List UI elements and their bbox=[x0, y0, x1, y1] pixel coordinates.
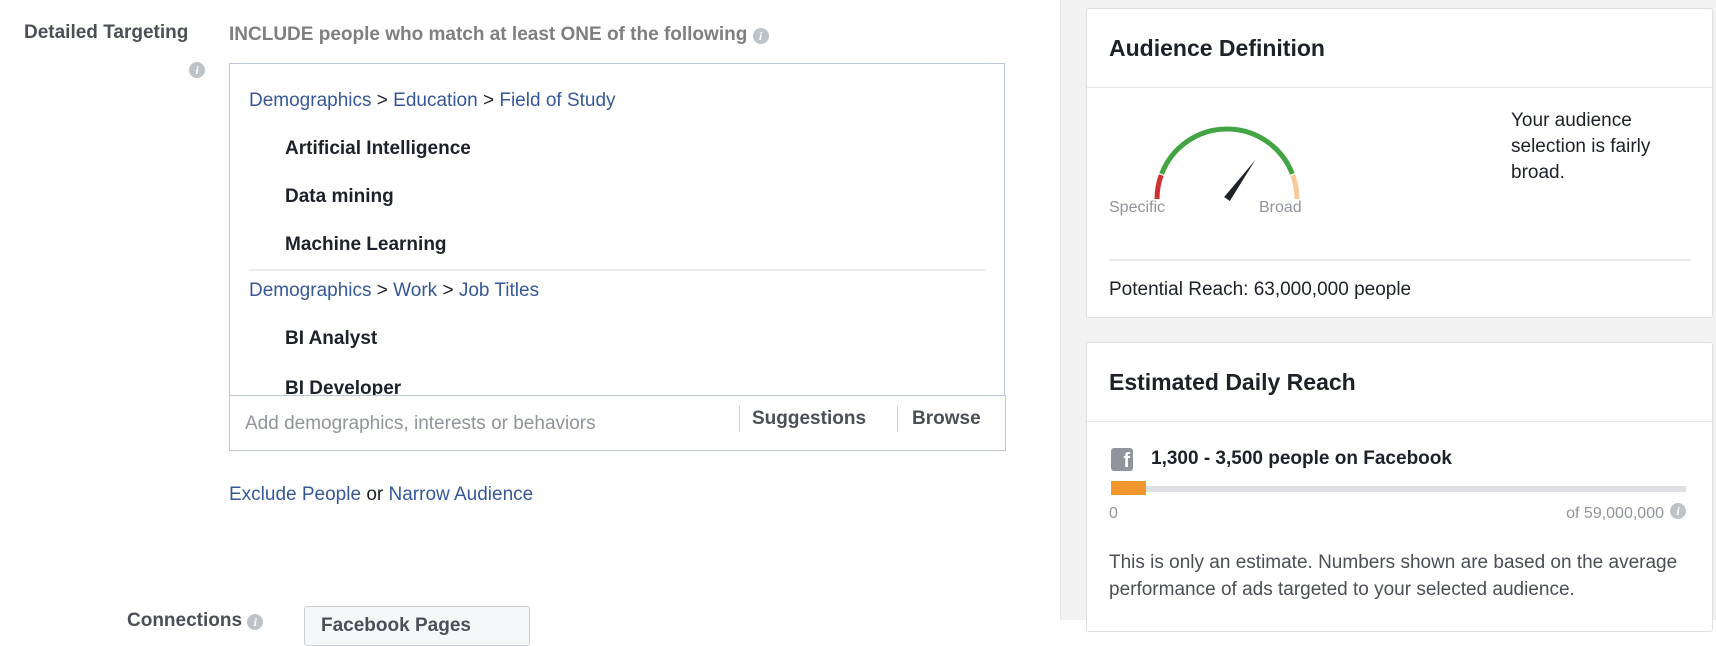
list-item[interactable]: Artificial Intelligence bbox=[285, 138, 471, 160]
connections-text: Connections bbox=[127, 610, 243, 631]
suggestions-button[interactable]: Suggestions bbox=[752, 408, 866, 430]
info-icon[interactable]: i bbox=[189, 62, 205, 78]
connections-dropdown[interactable]: Facebook Pages bbox=[304, 606, 530, 646]
gauge-mid-segment bbox=[1159, 126, 1295, 175]
gauge-needle bbox=[1224, 160, 1256, 202]
include-label: INCLUDE people who match at least ONE of… bbox=[229, 24, 748, 45]
facebook-icon: f bbox=[1111, 448, 1133, 471]
targeting-input[interactable]: Add demographics, interests or behaviors bbox=[245, 413, 596, 435]
audience-description: Your audience selection is fairly broad. bbox=[1511, 110, 1651, 183]
info-icon[interactable]: i bbox=[752, 28, 769, 44]
or-text: or bbox=[366, 484, 384, 505]
breadcrumb-link[interactable]: Field of Study bbox=[499, 90, 615, 111]
daily-reach-value: 1,300 - 3,500 people on Facebook bbox=[1151, 448, 1452, 469]
card-title: Audience Definition bbox=[1087, 9, 1712, 88]
targeting-input-row: Add demographics, interests or behaviors… bbox=[229, 395, 1006, 451]
potential-reach: Potential Reach: 63,000,000 people bbox=[1109, 279, 1412, 300]
reach-bar-track bbox=[1111, 481, 1686, 495]
estimate-note: This is only an estimate. Numbers shown … bbox=[1109, 552, 1678, 600]
separator: > bbox=[442, 280, 454, 301]
divider bbox=[897, 406, 898, 432]
breadcrumb: Demographics > Education > Field of Stud… bbox=[249, 90, 616, 112]
divider bbox=[1109, 259, 1691, 261]
divider bbox=[739, 406, 740, 432]
reach-bar-fill bbox=[1111, 481, 1146, 495]
gauge-specific-segment bbox=[1154, 174, 1164, 200]
breadcrumb-link[interactable]: Demographics bbox=[249, 90, 372, 111]
separator: > bbox=[376, 280, 388, 301]
divider bbox=[249, 269, 985, 271]
exclude-narrow: Exclude People or Narrow Audience bbox=[229, 484, 533, 506]
list-item[interactable]: BI Developer bbox=[285, 378, 401, 395]
exclude-people-link[interactable]: Exclude People bbox=[229, 484, 361, 505]
breadcrumb-link[interactable]: Work bbox=[393, 280, 437, 301]
reach-min: 0 bbox=[1109, 505, 1118, 522]
info-icon[interactable]: i bbox=[1670, 503, 1686, 519]
audience-gauge bbox=[1154, 126, 1300, 202]
info-icon[interactable]: i bbox=[247, 614, 264, 630]
specific-label: Specific bbox=[1109, 199, 1166, 216]
gauge-broad-segment bbox=[1290, 174, 1300, 200]
list-item[interactable]: Machine Learning bbox=[285, 234, 447, 256]
broad-label: Broad bbox=[1259, 199, 1302, 216]
breadcrumb-link[interactable]: Demographics bbox=[249, 280, 372, 301]
targeting-list[interactable]: Demographics > Education > Field of Stud… bbox=[229, 63, 1005, 395]
estimated-daily-reach-card: Estimated Daily Reach f 1,300 - 3,500 pe… bbox=[1086, 342, 1713, 632]
breadcrumb-link[interactable]: Education bbox=[393, 90, 478, 111]
reach-max: of 59,000,000 bbox=[1566, 505, 1664, 522]
sidebar: Audience Definition Specific Broad Your … bbox=[1060, 0, 1716, 632]
separator: > bbox=[376, 90, 388, 111]
detailed-targeting-label: Detailed Targeting bbox=[24, 22, 189, 43]
browse-button[interactable]: Browse bbox=[912, 408, 981, 430]
list-item[interactable]: Data mining bbox=[285, 186, 394, 208]
narrow-audience-link[interactable]: Narrow Audience bbox=[389, 484, 534, 505]
card-title: Estimated Daily Reach bbox=[1087, 343, 1712, 422]
separator: > bbox=[482, 90, 495, 111]
connections-label: Connections i bbox=[127, 610, 264, 632]
list-item[interactable]: BI Analyst bbox=[285, 328, 377, 350]
audience-definition-card: Audience Definition Specific Broad Your … bbox=[1086, 8, 1713, 318]
breadcrumb: Demographics > Work > Job Titles bbox=[249, 280, 539, 302]
breadcrumb-link[interactable]: Job Titles bbox=[459, 280, 539, 301]
include-text: INCLUDE people who match at least ONE of… bbox=[229, 24, 769, 46]
